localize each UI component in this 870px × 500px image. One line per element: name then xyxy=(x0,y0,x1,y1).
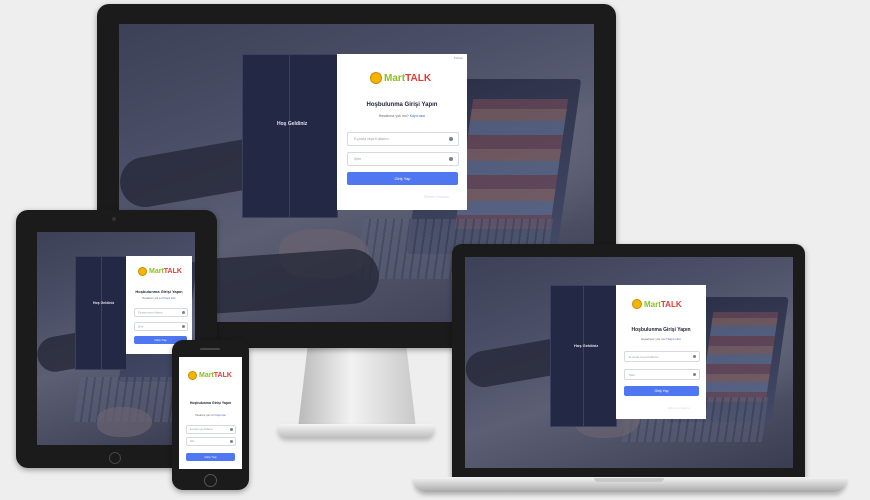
language-selector[interactable]: Türkçe xyxy=(454,56,463,60)
lock-icon xyxy=(230,440,233,443)
brand-logo: MartTALK xyxy=(188,371,232,380)
desktop-stand-base xyxy=(278,424,434,438)
login-subtitle: Hesabınız yok mu? Kayıt olun xyxy=(378,114,426,118)
background-photo-grid xyxy=(454,99,569,229)
phone-speaker xyxy=(200,348,220,350)
email-field[interactable]: E-posta veya Kullanıcı xyxy=(347,132,459,146)
register-link[interactable]: Kayıt olun xyxy=(410,114,426,118)
password-field[interactable]: Şifre xyxy=(347,152,459,166)
password-field[interactable]: Şifre xyxy=(624,369,700,380)
laptop-left-panel: Hoş Geldiniz xyxy=(550,285,617,427)
user-icon xyxy=(182,311,185,314)
forgot-password-link[interactable]: Şifremi Unuttum xyxy=(424,195,449,199)
smiley-icon xyxy=(370,72,382,84)
password-field[interactable]: Şifre xyxy=(134,322,188,331)
smiley-icon xyxy=(188,371,197,380)
email-field[interactable]: E-posta veya Kullanıcı xyxy=(186,425,236,434)
submit-button[interactable]: Giriş Yap xyxy=(347,172,458,185)
tablet-home-button[interactable] xyxy=(109,452,121,464)
brand-logo: MartTALK xyxy=(138,267,182,276)
phone-screen: MartTALK Hoşbulunma Girişi Yapın Hesabın… xyxy=(179,357,242,469)
smiley-icon xyxy=(138,267,147,276)
lock-icon xyxy=(182,325,185,328)
email-field[interactable]: E-posta veya Kullanıcı xyxy=(624,351,700,362)
tablet-camera xyxy=(112,217,116,221)
brand-logo: MartTALK xyxy=(632,299,682,309)
user-icon xyxy=(230,428,233,431)
lock-icon xyxy=(693,373,696,376)
desktop-stand-neck xyxy=(298,348,416,428)
lock-icon xyxy=(449,157,453,161)
user-icon xyxy=(449,137,453,141)
login-title: Hoşbulunma Girişi Yapın xyxy=(189,401,232,405)
brand-logo: MartTALK xyxy=(370,72,431,84)
submit-button[interactable]: Giriş Yap xyxy=(624,386,699,396)
email-field[interactable]: E-posta veya Kullanıcı xyxy=(134,308,188,317)
desktop-login-card: Türkçe MartTALK Hoşbulunma Girişi Yapın … xyxy=(337,54,467,210)
forgot-password-link[interactable]: Şifremi Unuttum xyxy=(668,406,690,410)
login-title: Hoşbulunma Girişi Yapın xyxy=(366,102,438,108)
password-field[interactable]: Şifre xyxy=(186,437,236,446)
laptop-hinge-notch xyxy=(594,478,664,482)
tablet-left-panel: Hoş Geldiniz xyxy=(75,256,127,370)
laptop-login-card: MartTALK Hoşbulunma Girişi Yapın Hesabın… xyxy=(616,285,706,419)
user-icon xyxy=(693,355,696,358)
desktop-left-panel: Hoş Geldiniz xyxy=(242,54,338,218)
submit-button[interactable]: Giriş Yap xyxy=(186,453,235,461)
smiley-icon xyxy=(632,299,642,309)
phone-home-button[interactable] xyxy=(204,474,217,487)
left-panel-label: Hoş Geldiniz xyxy=(277,121,308,127)
